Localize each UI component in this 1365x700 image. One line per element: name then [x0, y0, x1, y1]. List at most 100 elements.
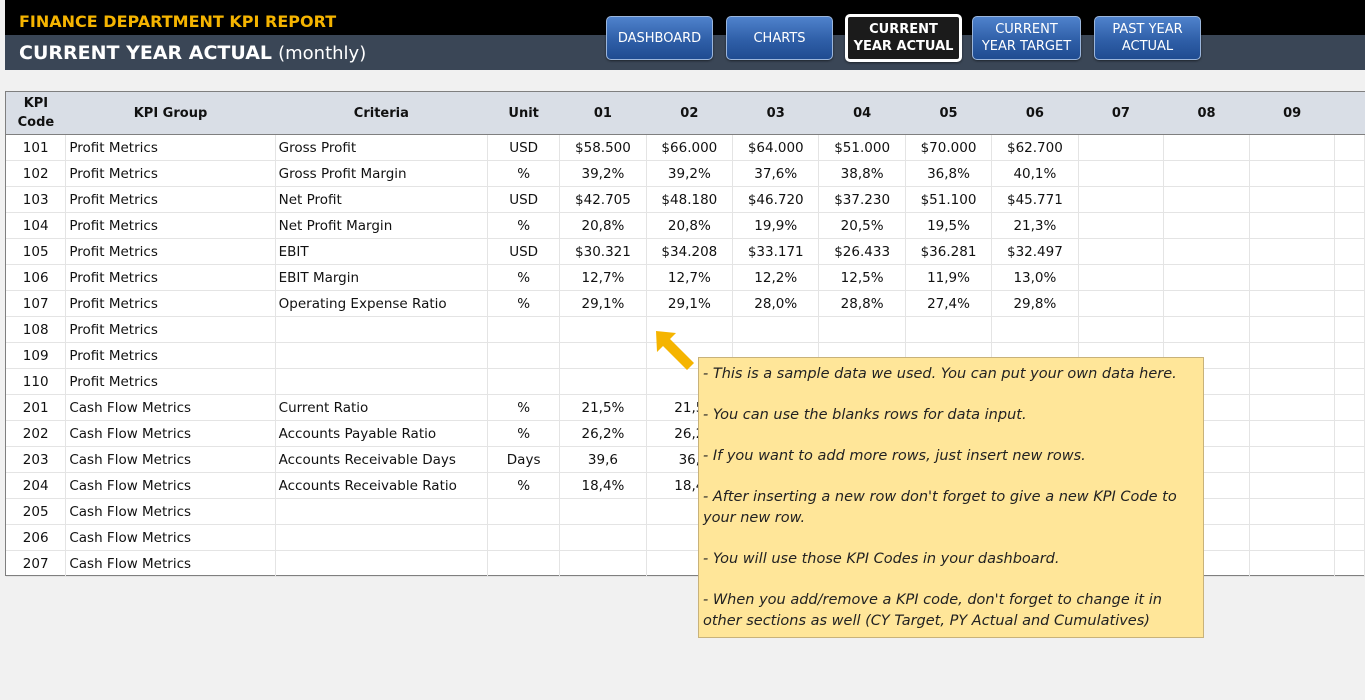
table-cell[interactable]: Accounts Payable Ratio: [275, 420, 489, 447]
table-cell[interactable]: 108: [6, 316, 67, 343]
table-cell[interactable]: %: [487, 290, 561, 317]
table-cell[interactable]: 103: [6, 186, 67, 213]
table-cell[interactable]: EBIT: [275, 238, 489, 265]
table-cell[interactable]: [487, 498, 561, 525]
table-cell[interactable]: Net Profit Margin: [275, 212, 489, 239]
table-cell[interactable]: [1078, 316, 1165, 343]
table-cell[interactable]: [1249, 342, 1336, 369]
table-cell[interactable]: Cash Flow Metrics: [65, 446, 276, 473]
table-cell[interactable]: 107: [6, 290, 67, 317]
table-cell[interactable]: %: [487, 394, 561, 421]
table-cell[interactable]: 19,9%: [732, 212, 820, 239]
table-cell[interactable]: [1249, 368, 1336, 395]
table-cell[interactable]: $36.281: [905, 238, 993, 265]
table-cell[interactable]: 39,6: [559, 446, 647, 473]
table-cell[interactable]: [1078, 160, 1165, 187]
table-cell[interactable]: $70.000: [905, 134, 993, 161]
table-cell[interactable]: 18,4%: [559, 472, 647, 499]
past-year-actual-button[interactable]: PAST YEAR ACTUAL: [1094, 16, 1201, 60]
table-cell[interactable]: Profit Metrics: [65, 238, 276, 265]
table-cell[interactable]: %: [487, 212, 561, 239]
table-cell[interactable]: [1078, 290, 1165, 317]
table-cell[interactable]: [1249, 550, 1336, 577]
table-cell[interactable]: 29,1%: [646, 290, 734, 317]
table-cell[interactable]: $46.720: [732, 186, 820, 213]
table-cell[interactable]: [1334, 446, 1365, 473]
table-cell[interactable]: 28,0%: [732, 290, 820, 317]
table-cell[interactable]: [905, 316, 993, 343]
table-cell[interactable]: [1249, 524, 1336, 551]
table-cell[interactable]: 20,5%: [818, 212, 906, 239]
table-cell[interactable]: [1334, 316, 1365, 343]
table-cell[interactable]: 205: [6, 498, 67, 525]
table-cell[interactable]: [275, 342, 489, 369]
table-cell[interactable]: [559, 524, 647, 551]
table-cell[interactable]: [1249, 472, 1336, 499]
table-cell[interactable]: [1334, 238, 1365, 265]
table-cell[interactable]: 106: [6, 264, 67, 291]
table-cell[interactable]: Cash Flow Metrics: [65, 524, 276, 551]
table-cell[interactable]: %: [487, 472, 561, 499]
table-cell[interactable]: [1334, 134, 1365, 161]
table-cell[interactable]: [1249, 134, 1336, 161]
table-cell[interactable]: [1078, 212, 1165, 239]
table-cell[interactable]: [1334, 290, 1365, 317]
table-cell[interactable]: [559, 316, 647, 343]
table-cell[interactable]: [1163, 316, 1250, 343]
table-cell[interactable]: $30.321: [559, 238, 647, 265]
table-cell[interactable]: 12,2%: [732, 264, 820, 291]
table-cell[interactable]: %: [487, 264, 561, 291]
table-cell[interactable]: $32.497: [991, 238, 1079, 265]
table-cell[interactable]: [559, 550, 647, 577]
current-year-actual-button[interactable]: CURRENT YEAR ACTUAL: [845, 14, 962, 62]
table-cell[interactable]: 37,6%: [732, 160, 820, 187]
table-cell[interactable]: Profit Metrics: [65, 290, 276, 317]
table-cell[interactable]: $37.230: [818, 186, 906, 213]
table-cell[interactable]: 21,3%: [991, 212, 1079, 239]
table-cell[interactable]: 12,7%: [646, 264, 734, 291]
table-cell[interactable]: 202: [6, 420, 67, 447]
table-cell[interactable]: Operating Expense Ratio: [275, 290, 489, 317]
table-cell[interactable]: [1334, 264, 1365, 291]
table-cell[interactable]: [275, 550, 489, 577]
table-cell[interactable]: $34.208: [646, 238, 734, 265]
table-cell[interactable]: 12,5%: [818, 264, 906, 291]
table-cell[interactable]: [991, 316, 1079, 343]
table-cell[interactable]: [1078, 238, 1165, 265]
dashboard-button[interactable]: DASHBOARD: [606, 16, 713, 60]
table-cell[interactable]: [487, 550, 561, 577]
table-cell[interactable]: Profit Metrics: [65, 134, 276, 161]
table-cell[interactable]: [1334, 524, 1365, 551]
table-cell[interactable]: $48.180: [646, 186, 734, 213]
table-cell[interactable]: Profit Metrics: [65, 368, 276, 395]
table-cell[interactable]: [1334, 550, 1365, 577]
table-cell[interactable]: 36,8%: [905, 160, 993, 187]
table-cell[interactable]: [1163, 238, 1250, 265]
table-cell[interactable]: Profit Metrics: [65, 342, 276, 369]
table-cell[interactable]: [1334, 186, 1365, 213]
table-cell[interactable]: 39,2%: [559, 160, 647, 187]
table-cell[interactable]: Profit Metrics: [65, 160, 276, 187]
table-cell[interactable]: $66.000: [646, 134, 734, 161]
table-cell[interactable]: [732, 316, 820, 343]
table-cell[interactable]: 20,8%: [646, 212, 734, 239]
table-cell[interactable]: [1249, 238, 1336, 265]
table-cell[interactable]: [1249, 446, 1336, 473]
table-cell[interactable]: 206: [6, 524, 67, 551]
table-cell[interactable]: 105: [6, 238, 67, 265]
table-cell[interactable]: Days: [487, 446, 561, 473]
table-cell[interactable]: 12,7%: [559, 264, 647, 291]
table-cell[interactable]: 21,5%: [559, 394, 647, 421]
table-cell[interactable]: [1249, 186, 1336, 213]
table-cell[interactable]: Current Ratio: [275, 394, 489, 421]
table-cell[interactable]: [1078, 134, 1165, 161]
table-cell[interactable]: $45.771: [991, 186, 1079, 213]
table-cell[interactable]: Cash Flow Metrics: [65, 498, 276, 525]
table-cell[interactable]: [1249, 316, 1336, 343]
table-cell[interactable]: USD: [487, 238, 561, 265]
table-cell[interactable]: 39,2%: [646, 160, 734, 187]
table-cell[interactable]: Gross Profit Margin: [275, 160, 489, 187]
current-year-target-button[interactable]: CURRENT YEAR TARGET: [972, 16, 1081, 60]
table-cell[interactable]: [1249, 212, 1336, 239]
table-cell[interactable]: [1163, 186, 1250, 213]
